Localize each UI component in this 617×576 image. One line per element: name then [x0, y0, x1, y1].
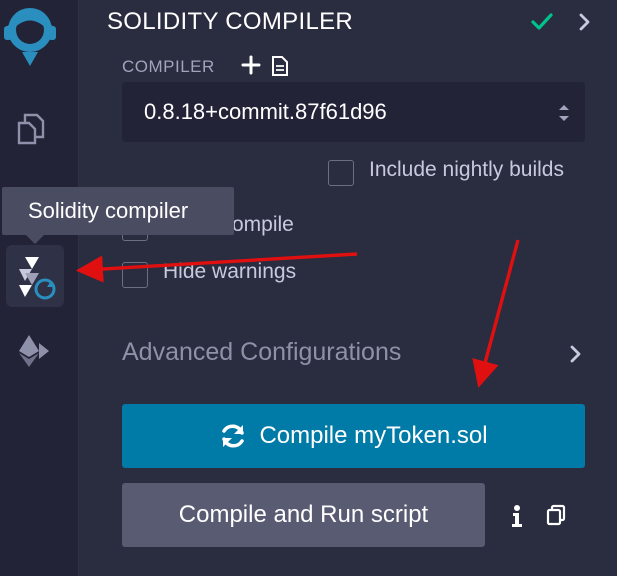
check-icon	[530, 10, 554, 34]
solidity-compiler-button[interactable]	[6, 245, 64, 307]
files-icon[interactable]	[12, 108, 54, 150]
info-icon[interactable]	[508, 504, 526, 528]
tooltip-text: Solidity compiler	[28, 198, 189, 223]
compile-and-run-script-button[interactable]: Compile and Run script	[122, 483, 485, 547]
advanced-configurations-toggle[interactable]: Advanced Configurations	[122, 338, 401, 367]
panel-title: SOLIDITY COMPILER	[107, 8, 354, 35]
copy-icon[interactable]	[545, 504, 567, 526]
compiler-label: COMPILER	[122, 57, 215, 76]
auto-compile-label: ompile	[232, 213, 294, 236]
hide-warnings-checkbox[interactable]	[122, 262, 148, 288]
hide-warnings-label: Hide warnings	[163, 260, 297, 283]
document-icon[interactable]	[271, 55, 289, 77]
solidity-compiler-icon	[19, 257, 56, 300]
compile-button[interactable]: Compile myToken.sol	[122, 404, 585, 468]
icon-sidebar	[0, 0, 79, 576]
nightly-builds-label: Include nightly builds	[369, 158, 564, 181]
run-script-label: Compile and Run script	[178, 501, 429, 528]
compiler-version-select[interactable]: 0.8.18+commit.87f61d96	[122, 82, 585, 142]
chevron-right-icon[interactable]	[576, 12, 594, 32]
select-arrows-icon	[559, 105, 569, 121]
plus-icon[interactable]	[241, 55, 261, 75]
compile-button-label: Compile myToken.sol	[259, 422, 488, 449]
compiler-version-value: 0.8.18+commit.87f61d96	[144, 99, 387, 124]
remix-logo-icon[interactable]	[0, 0, 60, 70]
refresh-icon	[222, 424, 245, 448]
advanced-chevron-icon[interactable]	[568, 344, 584, 364]
nightly-builds-checkbox[interactable]	[328, 160, 354, 186]
ethereum-deploy-icon[interactable]	[12, 330, 54, 372]
solidity-compiler-tooltip: Solidity compiler	[2, 187, 234, 244]
